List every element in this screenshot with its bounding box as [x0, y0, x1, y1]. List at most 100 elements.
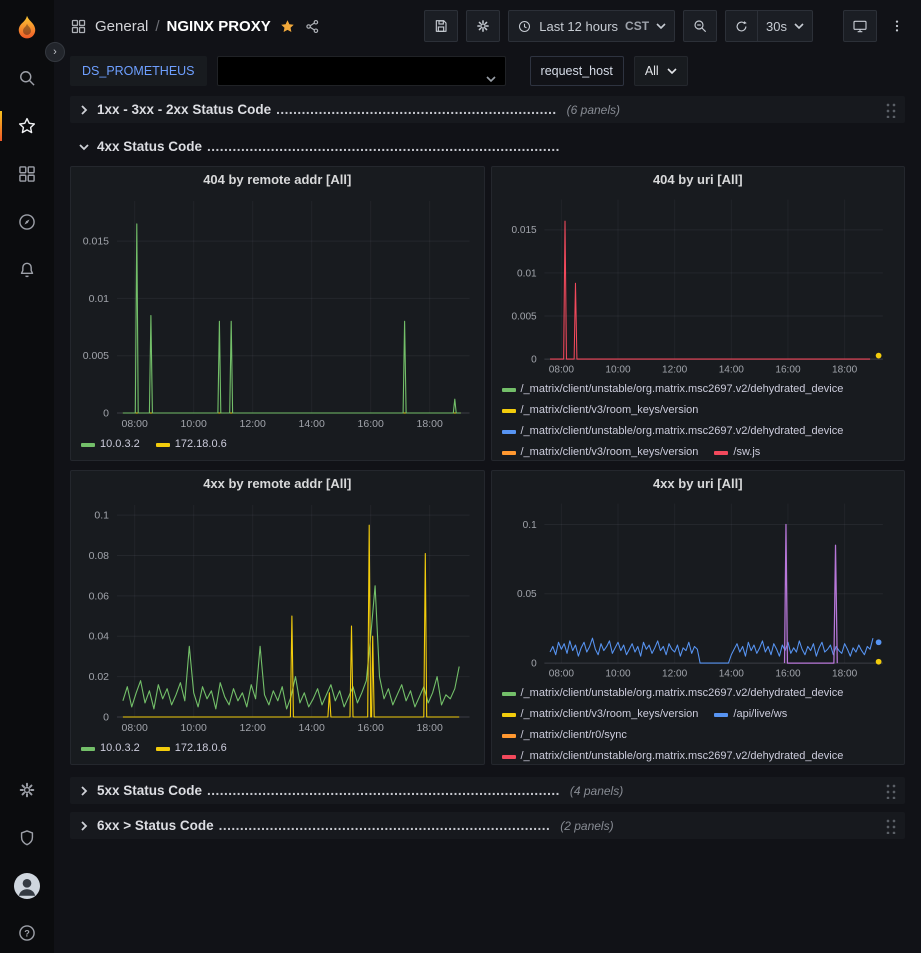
sidebar-item-explore[interactable]: [0, 200, 54, 244]
variables-toolbar: DS_PROMETHEUS request_host All: [54, 52, 921, 90]
svg-text:16:00: 16:00: [358, 722, 384, 734]
sidebar-expand-button[interactable]: ›: [45, 42, 65, 62]
zoom-out-button[interactable]: [683, 10, 717, 42]
legend-item[interactable]: 10.0.3.2: [81, 738, 140, 759]
host-variable-select[interactable]: [217, 56, 506, 86]
sidebar-item-admin[interactable]: [0, 816, 54, 860]
legend-item[interactable]: /_matrix/client/unstable/org.matrix.msc2…: [502, 746, 844, 764]
svg-text:12:00: 12:00: [240, 418, 266, 430]
row-drag-handle[interactable]: [884, 817, 897, 834]
svg-text:18:00: 18:00: [832, 365, 858, 376]
svg-text:?: ?: [24, 928, 30, 938]
person-icon: [14, 873, 40, 899]
refresh-group: 30s: [725, 10, 813, 42]
legend-item[interactable]: /_matrix/client/unstable/org.matrix.msc2…: [502, 421, 844, 442]
sidebar-item-starred[interactable]: [0, 104, 54, 148]
sidebar-item-help[interactable]: ?: [0, 911, 54, 953]
row-1xx-3xx-2xx[interactable]: 1xx - 3xx - 2xx Status Code ............…: [70, 96, 905, 123]
clock-icon: [517, 19, 532, 34]
row-panel-count: (2 panels): [560, 819, 613, 833]
svg-text:0.01: 0.01: [89, 293, 110, 305]
timezone-label: CST: [625, 19, 649, 33]
star-icon: [17, 116, 37, 136]
svg-text:0.06: 0.06: [89, 590, 110, 602]
panel-title[interactable]: 404 by uri [All]: [492, 167, 905, 192]
svg-text:08:00: 08:00: [122, 722, 148, 734]
save-dashboard-button[interactable]: [424, 10, 458, 42]
legend-item[interactable]: /_matrix/client/v3/room_keys/version: [502, 400, 699, 421]
panel-404-by-uri: 404 by uri [All] 08:0010:0012:0014:0016:…: [491, 166, 906, 461]
favorite-star-icon[interactable]: [279, 18, 296, 35]
panel-404-by-remote-addr: 404 by remote addr [All] 08:00 10:00 12:00…: [70, 166, 485, 461]
sidebar-item-alerting[interactable]: [0, 248, 54, 292]
sidebar: ?: [0, 0, 54, 953]
legend-item[interactable]: /_matrix/client/unstable/org.matrix.msc2…: [502, 379, 844, 400]
legend-item[interactable]: /_matrix/client/r0/sync: [502, 725, 627, 746]
svg-text:0.005: 0.005: [511, 311, 537, 322]
chevron-down-icon: [78, 141, 90, 153]
svg-text:0: 0: [531, 354, 537, 365]
datasource-variable[interactable]: DS_PROMETHEUS: [70, 56, 207, 86]
svg-text:08:00: 08:00: [548, 365, 574, 376]
avatar: [14, 873, 40, 899]
time-series-chart[interactable]: 08:0010:0012:0014:0016:0018:0000.050.1: [492, 496, 905, 680]
row-leader-dots: ........................................…: [276, 102, 557, 117]
row-5xx[interactable]: 5xx Status Code ........................…: [70, 777, 905, 804]
dashboard-settings-button[interactable]: [466, 10, 500, 42]
svg-text:14:00: 14:00: [299, 418, 325, 430]
legend-item[interactable]: /_matrix/client/v3/room_keys/version: [502, 442, 699, 460]
svg-text:10:00: 10:00: [181, 418, 207, 430]
time-range-picker[interactable]: Last 12 hours CST: [508, 10, 675, 42]
svg-text:08:00: 08:00: [122, 418, 148, 430]
page-title: NGINX PROXY: [167, 18, 271, 35]
svg-text:10:00: 10:00: [181, 722, 207, 734]
row-6xx[interactable]: 6xx > Status Code ......................…: [70, 812, 905, 839]
svg-text:0.08: 0.08: [89, 550, 110, 562]
chevron-down-icon: [667, 68, 677, 74]
panel-title[interactable]: 4xx by remote addr [All]: [71, 471, 484, 497]
time-series-chart[interactable]: 08:0010:0012:0014:0016:0018:0000.0050.01…: [492, 192, 905, 376]
share-icon[interactable]: [304, 18, 321, 35]
kebab-menu-button[interactable]: [885, 10, 909, 42]
request-host-select[interactable]: All: [634, 56, 688, 86]
help-icon: ?: [17, 923, 37, 943]
row-leader-dots: ........................................…: [219, 818, 551, 833]
legend-item[interactable]: /sw.js: [714, 442, 760, 460]
legend-item[interactable]: /api/live/ws: [714, 704, 787, 725]
svg-text:14:00: 14:00: [718, 669, 744, 680]
breadcrumb-root[interactable]: General: [95, 18, 148, 35]
panel-title[interactable]: 4xx by uri [All]: [492, 471, 905, 496]
row-4xx[interactable]: 4xx Status Code ........................…: [70, 133, 905, 160]
sidebar-item-profile[interactable]: [0, 864, 54, 908]
svg-text:10:00: 10:00: [605, 669, 631, 680]
compass-icon: [17, 212, 37, 232]
row-drag-handle[interactable]: [884, 782, 897, 799]
svg-text:08:00: 08:00: [548, 669, 574, 680]
legend-item[interactable]: 172.18.0.6: [156, 434, 227, 455]
time-series-chart[interactable]: 08:0010:0012:0014:0016:0018:0000.020.040…: [71, 497, 484, 735]
svg-text:0.1: 0.1: [94, 510, 109, 522]
row-drag-handle[interactable]: [884, 101, 897, 118]
chart-legend: /_matrix/client/unstable/org.matrix.msc2…: [492, 376, 905, 460]
gear-icon: [17, 780, 37, 800]
svg-text:0: 0: [531, 658, 537, 669]
panel-title[interactable]: 404 by remote addr [All]: [71, 167, 484, 193]
sidebar-item-configuration[interactable]: [0, 768, 54, 812]
svg-text:0.005: 0.005: [83, 350, 109, 362]
chevron-right-icon: [78, 820, 90, 832]
tv-mode-button[interactable]: [843, 10, 877, 42]
svg-text:10:00: 10:00: [605, 365, 631, 376]
legend-item[interactable]: /_matrix/client/unstable/org.matrix.msc2…: [502, 683, 844, 704]
refresh-interval-dropdown[interactable]: 30s: [757, 10, 813, 42]
apps-icon: [70, 18, 87, 35]
time-series-chart[interactable]: 08:0010:0012:0014:0016:0018:0000.0050.01…: [71, 193, 484, 431]
sidebar-item-dashboards[interactable]: [0, 152, 54, 196]
grafana-logo[interactable]: [0, 6, 54, 50]
sidebar-item-search[interactable]: [0, 56, 54, 100]
monitor-icon: [852, 18, 868, 34]
legend-item[interactable]: 10.0.3.2: [81, 434, 140, 455]
refresh-button[interactable]: [725, 10, 758, 42]
grafana-flame-icon: [12, 13, 42, 43]
legend-item[interactable]: /_matrix/client/v3/room_keys/version: [502, 704, 699, 725]
legend-item[interactable]: 172.18.0.6: [156, 738, 227, 759]
